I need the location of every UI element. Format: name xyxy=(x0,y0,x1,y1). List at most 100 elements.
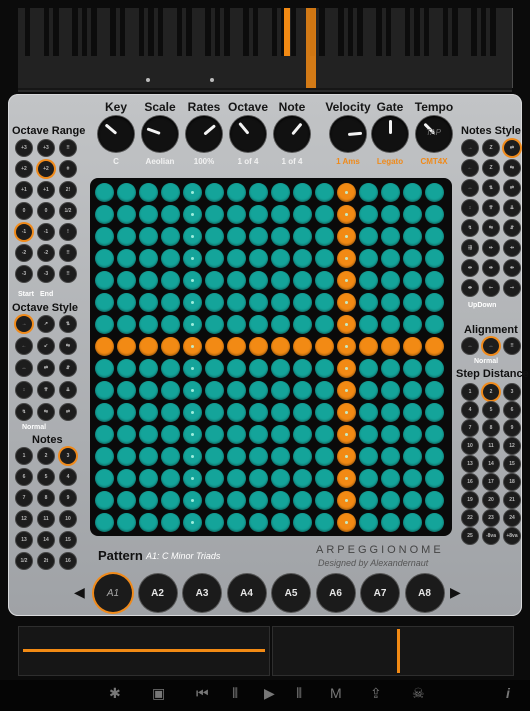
grid-cell[interactable] xyxy=(403,205,422,224)
grid-cell[interactable] xyxy=(205,227,224,246)
grid-cell[interactable] xyxy=(359,491,378,510)
pattern-button-a5[interactable]: A5 xyxy=(272,574,310,612)
octave-style-button[interactable]: ⇄ xyxy=(38,360,54,376)
knob-note[interactable] xyxy=(274,116,310,152)
arpeggio-grid[interactable] xyxy=(90,178,452,536)
step-distance-button[interactable]: 15 xyxy=(504,456,520,472)
note-count-button[interactable]: 11 xyxy=(38,511,54,527)
step-distance-button[interactable]: 4 xyxy=(462,402,478,418)
grid-cell[interactable] xyxy=(425,491,444,510)
grid-cell[interactable] xyxy=(183,469,202,488)
grid-cell[interactable] xyxy=(271,249,290,268)
alignment-button[interactable]: !! xyxy=(504,338,520,354)
grid-cell[interactable] xyxy=(205,513,224,532)
notes-style-button[interactable]: ← xyxy=(462,160,478,176)
notes-style-button[interactable]: ⇅ xyxy=(483,180,499,196)
knob-velocity[interactable] xyxy=(330,116,366,152)
notes-style-button[interactable]: ⇸ xyxy=(504,240,520,256)
notes-style-button[interactable]: Z xyxy=(483,140,499,156)
grid-cell[interactable] xyxy=(227,359,246,378)
grid-cell[interactable] xyxy=(381,381,400,400)
grid-cell[interactable] xyxy=(205,381,224,400)
grid-cell[interactable] xyxy=(205,249,224,268)
grid-cell[interactable] xyxy=(183,271,202,290)
midi-icon[interactable]: M xyxy=(330,685,342,701)
grid-cell[interactable] xyxy=(117,293,136,312)
grid-cell[interactable] xyxy=(425,513,444,532)
grid-cell[interactable] xyxy=(95,249,114,268)
pattern-next-arrow-icon[interactable]: ▶ xyxy=(450,584,461,601)
grid-cell[interactable] xyxy=(381,447,400,466)
grid-cell[interactable] xyxy=(337,205,356,224)
grid-cell[interactable] xyxy=(227,469,246,488)
grid-cell[interactable] xyxy=(227,205,246,224)
grid-cell[interactable] xyxy=(205,447,224,466)
knob-tempo[interactable]: TAP xyxy=(416,116,452,152)
grid-cell[interactable] xyxy=(249,227,268,246)
notes-style-button[interactable]: ↕ xyxy=(462,200,478,216)
grid-cell[interactable] xyxy=(139,183,158,202)
grid-cell[interactable] xyxy=(249,183,268,202)
note-count-button[interactable]: 1 xyxy=(16,448,32,464)
black-key[interactable] xyxy=(252,8,259,56)
grid-cell[interactable] xyxy=(95,447,114,466)
grid-cell[interactable] xyxy=(315,403,334,422)
grid-cell[interactable] xyxy=(227,403,246,422)
grid-cell[interactable] xyxy=(359,183,378,202)
grid-cell[interactable] xyxy=(249,249,268,268)
grid-cell[interactable] xyxy=(161,337,180,356)
grid-cell[interactable] xyxy=(227,293,246,312)
grid-cell[interactable] xyxy=(337,271,356,290)
notes-style-button[interactable]: ⇺ xyxy=(483,260,499,276)
grid-cell[interactable] xyxy=(315,315,334,334)
black-key[interactable] xyxy=(480,8,487,56)
black-key[interactable] xyxy=(404,8,411,56)
grid-cell[interactable] xyxy=(117,513,136,532)
step-distance-button[interactable]: 9 xyxy=(504,420,520,436)
grid-cell[interactable] xyxy=(381,513,400,532)
step-distance-button[interactable]: 16 xyxy=(462,474,478,490)
notes-style-button[interactable]: ⇼ xyxy=(462,280,478,296)
grid-cell[interactable] xyxy=(359,315,378,334)
notes-style-button[interactable]: ↔ xyxy=(462,180,478,196)
grid-cell[interactable] xyxy=(425,359,444,378)
octave-range-button[interactable]: +2 xyxy=(38,161,54,177)
grid-cell[interactable] xyxy=(337,447,356,466)
step-distance-button[interactable]: 5 xyxy=(483,402,499,418)
grid-cell[interactable] xyxy=(183,403,202,422)
grid-cell[interactable] xyxy=(205,293,224,312)
step-distance-button[interactable]: 7 xyxy=(462,420,478,436)
grid-cell[interactable] xyxy=(381,183,400,202)
grid-cell[interactable] xyxy=(161,447,180,466)
grid-cell[interactable] xyxy=(139,293,158,312)
black-key[interactable] xyxy=(357,8,363,56)
grid-cell[interactable] xyxy=(315,425,334,444)
black-key[interactable] xyxy=(119,8,126,56)
pattern-prev-arrow-icon[interactable]: ◀ xyxy=(74,584,85,601)
note-count-button[interactable]: 8 xyxy=(38,490,54,506)
step-distance-button[interactable]: 1 xyxy=(462,384,478,400)
notes-style-button[interactable]: Z xyxy=(483,160,499,176)
black-key[interactable] xyxy=(338,8,344,56)
step-distance-button[interactable]: 23 xyxy=(483,510,499,526)
grid-cell[interactable] xyxy=(139,491,158,510)
note-count-button[interactable]: 3 xyxy=(60,448,76,464)
black-key[interactable] xyxy=(271,8,278,56)
grid-cell[interactable] xyxy=(315,359,334,378)
grid-cell[interactable] xyxy=(249,403,268,422)
grid-cell[interactable] xyxy=(293,337,312,356)
grid-cell[interactable] xyxy=(359,513,378,532)
bars-end-icon[interactable]: ⦀ xyxy=(296,685,302,702)
grid-cell[interactable] xyxy=(183,337,202,356)
notes-style-button[interactable]: ⇌ xyxy=(504,180,520,196)
grid-cell[interactable] xyxy=(381,205,400,224)
note-count-button[interactable]: 12 xyxy=(16,511,32,527)
grid-cell[interactable] xyxy=(139,359,158,378)
grid-cell[interactable] xyxy=(95,183,114,202)
note-count-button[interactable]: 14 xyxy=(38,532,54,548)
grid-cell[interactable] xyxy=(337,403,356,422)
octave-range-button[interactable]: 1/2 xyxy=(60,203,76,219)
grid-cell[interactable] xyxy=(161,315,180,334)
grid-cell[interactable] xyxy=(293,249,312,268)
step-distance-button[interactable]: 14 xyxy=(483,456,499,472)
